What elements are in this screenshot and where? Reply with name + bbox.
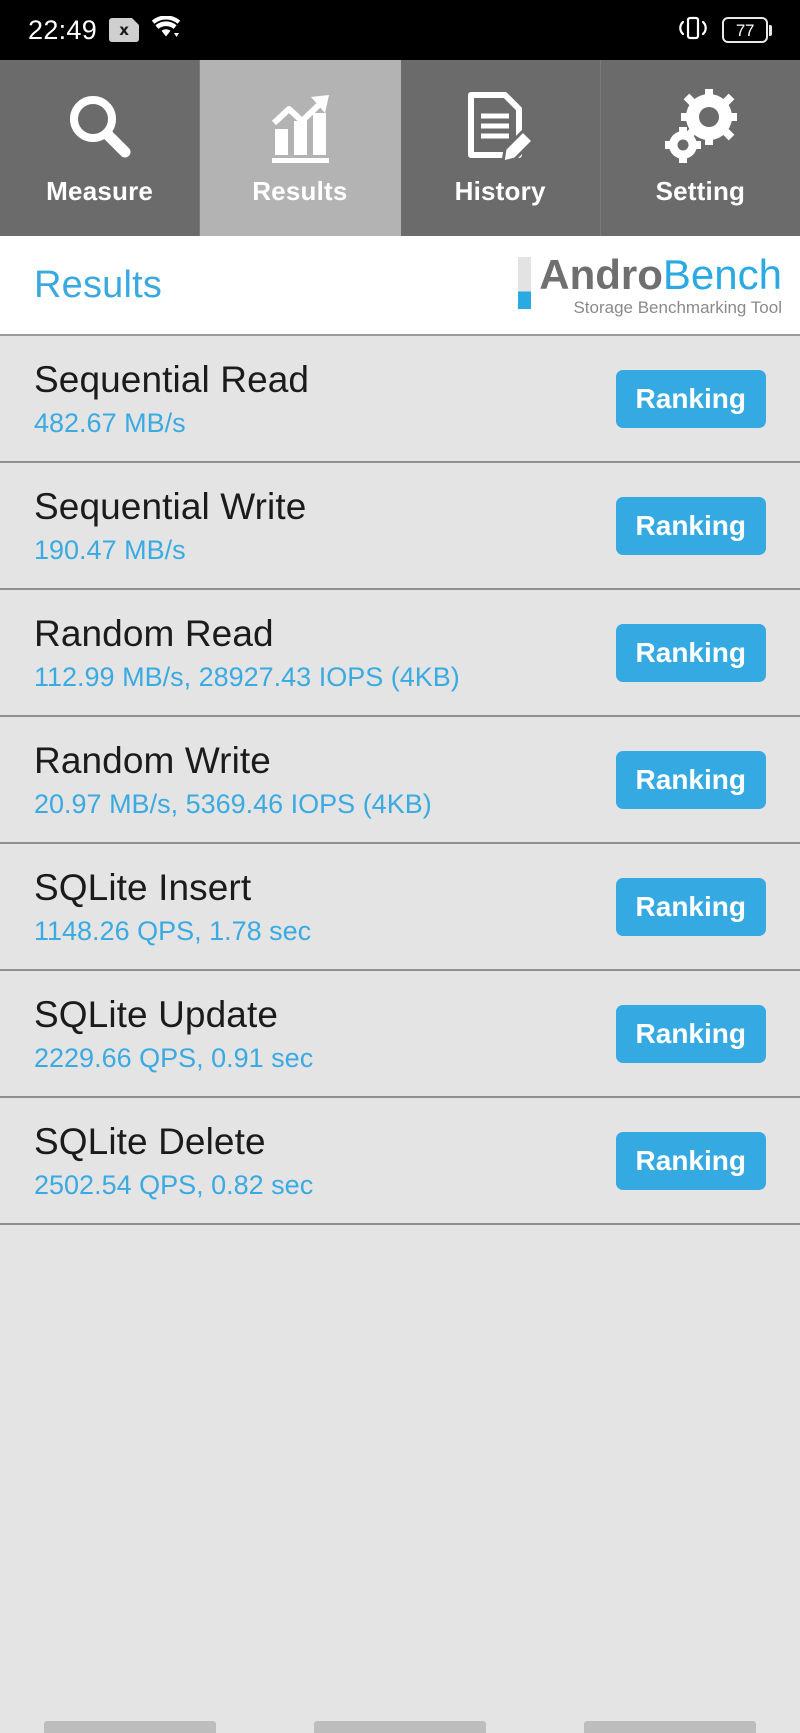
tab-setting-label: Setting xyxy=(655,176,746,206)
tab-measure-label: Measure xyxy=(46,176,154,206)
ranking-button[interactable]: Ranking xyxy=(615,496,766,555)
page-title: Results xyxy=(34,263,163,306)
wifi-icon xyxy=(151,15,181,44)
result-title: Random Write xyxy=(34,739,271,781)
ranking-button[interactable]: Ranking xyxy=(615,1004,766,1063)
tab-history[interactable]: History xyxy=(400,60,601,236)
result-text-group: Random Write 20.97 MB/s, 5369.46 IOPS (4… xyxy=(34,738,432,822)
logo-primary-text: Andro xyxy=(539,250,663,298)
table-row[interactable]: Sequential Write 190.47 MB/s Ranking xyxy=(0,463,800,590)
result-value: 20.97 MB/s, 5369.46 IOPS (4KB) xyxy=(34,788,432,819)
results-list: Sequential Read 482.67 MB/s Ranking Sequ… xyxy=(0,336,800,1667)
logo-tagline: Storage Benchmarking Tool xyxy=(573,297,782,317)
table-row[interactable]: SQLite Update 2229.66 QPS, 0.91 sec Rank… xyxy=(0,971,800,1098)
ranking-button[interactable]: Ranking xyxy=(615,877,766,936)
nav-home-button[interactable] xyxy=(314,1721,486,1733)
document-pencil-icon xyxy=(461,86,539,170)
result-text-group: SQLite Delete 2502.54 QPS, 0.82 sec xyxy=(34,1119,313,1203)
result-text-group: SQLite Update 2229.66 QPS, 0.91 sec xyxy=(34,992,313,1076)
gears-icon xyxy=(661,86,739,170)
result-value: 482.67 MB/s xyxy=(34,407,186,438)
main-tab-bar: Measure Results History Setting xyxy=(0,60,800,236)
ranking-button[interactable]: Ranking xyxy=(615,1131,766,1190)
sdcard-off-icon: x xyxy=(109,18,140,42)
androbench-app-window: 22:49 x 77 Measure Results History Setti… xyxy=(0,0,800,1733)
result-title: Sequential Read xyxy=(34,358,310,400)
vibrate-icon xyxy=(676,14,710,46)
sdcard-off-icon-label: x xyxy=(119,20,129,39)
ranking-button[interactable]: Ranking xyxy=(615,750,766,809)
table-row[interactable]: SQLite Insert 1148.26 QPS, 1.78 sec Rank… xyxy=(0,844,800,971)
magnifier-icon xyxy=(61,86,139,170)
table-row[interactable]: SQLite Delete 2502.54 QPS, 0.82 sec Rank… xyxy=(0,1098,800,1225)
battery-icon: 77 xyxy=(722,17,772,43)
app-header: Results AndroBench Storage Benchmarking … xyxy=(0,236,800,336)
result-value: 190.47 MB/s xyxy=(34,534,186,565)
result-value: 112.99 MB/s, 28927.43 IOPS (4KB) xyxy=(34,661,460,692)
table-row[interactable]: Sequential Read 482.67 MB/s Ranking xyxy=(0,336,800,463)
result-text-group: Sequential Read 482.67 MB/s xyxy=(34,357,309,441)
android-navigation-bar xyxy=(0,1667,800,1733)
status-bar-left-group: 22:49 x xyxy=(28,15,181,46)
result-text-group: Sequential Write 190.47 MB/s xyxy=(34,484,306,568)
tab-setting[interactable]: Setting xyxy=(600,60,800,236)
logo-secondary-text: Bench xyxy=(662,250,782,298)
tab-results-label: Results xyxy=(252,176,348,206)
table-row[interactable]: Random Write 20.97 MB/s, 5369.46 IOPS (4… xyxy=(0,717,800,844)
result-value: 2229.66 QPS, 0.91 sec xyxy=(34,1042,314,1073)
result-title: SQLite Insert xyxy=(34,866,252,908)
tab-measure[interactable]: Measure xyxy=(0,60,201,236)
table-row[interactable]: Random Read 112.99 MB/s, 28927.43 IOPS (… xyxy=(0,590,800,717)
logo-accent-bar xyxy=(518,256,532,309)
ranking-button[interactable]: Ranking xyxy=(615,623,766,682)
androbench-logo: AndroBench Storage Benchmarking Tool xyxy=(518,250,782,318)
battery-tip xyxy=(769,24,772,36)
bar-chart-icon xyxy=(261,86,339,170)
result-value: 1148.26 QPS, 1.78 sec xyxy=(34,915,312,946)
ranking-button[interactable]: Ranking xyxy=(615,369,766,428)
status-bar-clock: 22:49 xyxy=(28,14,98,45)
result-title: SQLite Delete xyxy=(34,1120,266,1162)
tab-history-label: History xyxy=(454,176,546,206)
android-status-bar: 22:49 x 77 xyxy=(0,0,800,60)
result-title: SQLite Update xyxy=(34,993,279,1035)
status-bar-right-group: 77 xyxy=(676,14,772,46)
logo-text: AndroBench Storage Benchmarking Tool xyxy=(539,250,782,318)
battery-level-label: 77 xyxy=(735,20,755,40)
tab-results[interactable]: Results xyxy=(200,60,401,236)
nav-back-button[interactable] xyxy=(44,1721,216,1733)
result-text-group: SQLite Insert 1148.26 QPS, 1.78 sec xyxy=(34,865,311,949)
result-title: Random Read xyxy=(34,612,274,654)
result-value: 2502.54 QPS, 0.82 sec xyxy=(34,1169,314,1200)
nav-recents-button[interactable] xyxy=(584,1721,756,1733)
result-text-group: Random Read 112.99 MB/s, 28927.43 IOPS (… xyxy=(34,611,460,695)
result-title: Sequential Write xyxy=(34,485,307,527)
